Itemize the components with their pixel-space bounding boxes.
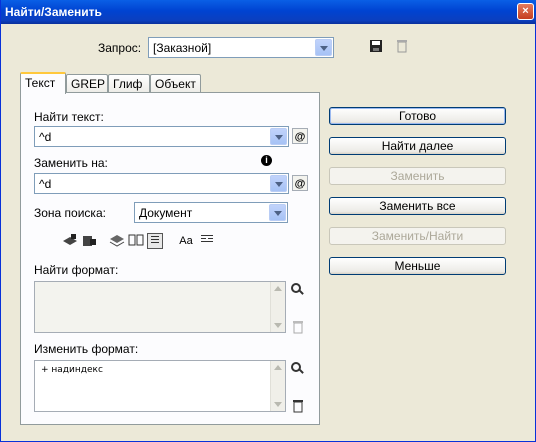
find-text-label: Найти текст:: [34, 110, 104, 124]
close-button[interactable]: ×: [517, 3, 534, 20]
locked-layers-icon[interactable]: [62, 233, 78, 249]
replace-button[interactable]: Заменить: [329, 167, 506, 185]
tab-text[interactable]: Текст: [20, 72, 66, 94]
find-format-box[interactable]: [34, 281, 286, 333]
special-char-replace-icon[interactable]: @: [292, 175, 308, 191]
window-title: Найти/Заменить: [5, 5, 102, 19]
clear-find-format-icon[interactable]: [290, 320, 306, 336]
find-next-button[interactable]: Найти далее: [329, 137, 506, 155]
query-select[interactable]: [Заказной]: [148, 37, 334, 58]
query-label: Запрос:: [98, 41, 142, 55]
master-pages-icon[interactable]: [128, 233, 144, 249]
clear-change-format-icon[interactable]: [290, 399, 306, 415]
find-text-value: ^d: [39, 130, 52, 144]
save-query-icon[interactable]: [368, 39, 384, 55]
search-zone-label: Зона поиска:: [34, 206, 106, 220]
tab-glyph[interactable]: Глиф: [108, 74, 150, 93]
scroll-down-icon[interactable]: [274, 323, 282, 328]
scroll-up-icon[interactable]: [274, 286, 282, 291]
title-bar[interactable]: Найти/Заменить ×: [1, 0, 536, 24]
case-sensitive-icon[interactable]: Aa: [178, 233, 194, 249]
less-button[interactable]: Меньше: [329, 257, 506, 275]
tab-object[interactable]: Объект: [150, 74, 201, 93]
change-format-box[interactable]: + надиндекс: [34, 360, 286, 412]
locked-stories-icon[interactable]: [81, 233, 97, 249]
chevron-down-icon[interactable]: [270, 175, 287, 192]
chevron-down-icon[interactable]: [269, 204, 286, 221]
scroll-up-icon[interactable]: [274, 365, 282, 370]
tab-panel: Найти текст: ^d @ Заменить на: i ^d @ Зо…: [20, 92, 320, 425]
footnotes-icon[interactable]: [147, 233, 163, 249]
find-replace-dialog: Найти/Заменить × Запрос: [Заказной] Текс…: [0, 0, 536, 442]
find-format-scrollbar[interactable]: [270, 282, 285, 332]
delete-query-icon[interactable]: [394, 39, 410, 55]
replace-all-button[interactable]: Заменить все: [329, 197, 506, 215]
change-format-label: Изменить формат:: [34, 342, 139, 356]
chevron-down-icon[interactable]: [315, 39, 332, 56]
find-text-input[interactable]: ^d: [34, 126, 289, 147]
done-button[interactable]: Готово: [329, 107, 506, 125]
hidden-layers-icon[interactable]: [109, 233, 125, 249]
query-value: [Заказной]: [153, 41, 212, 55]
find-format-label: Найти формат:: [34, 263, 119, 277]
search-zone-select[interactable]: Документ: [134, 202, 288, 223]
replace-label: Заменить на:: [34, 156, 108, 170]
chevron-down-icon[interactable]: [270, 128, 287, 145]
search-zone-value: Документ: [139, 206, 193, 220]
change-format-scrollbar[interactable]: [270, 361, 285, 411]
scroll-down-icon[interactable]: [274, 402, 282, 407]
specify-change-format-icon[interactable]: [290, 361, 306, 377]
whole-word-icon[interactable]: [199, 233, 215, 249]
replace-find-button[interactable]: Заменить/Найти: [329, 227, 506, 245]
tab-grep[interactable]: GREP: [66, 74, 108, 93]
info-icon: i: [261, 155, 272, 166]
change-format-content: + надиндекс: [41, 365, 103, 375]
special-char-find-icon[interactable]: @: [292, 128, 308, 144]
replace-input[interactable]: ^d: [34, 173, 289, 194]
replace-value: ^d: [39, 177, 52, 191]
specify-find-format-icon[interactable]: [290, 282, 306, 298]
